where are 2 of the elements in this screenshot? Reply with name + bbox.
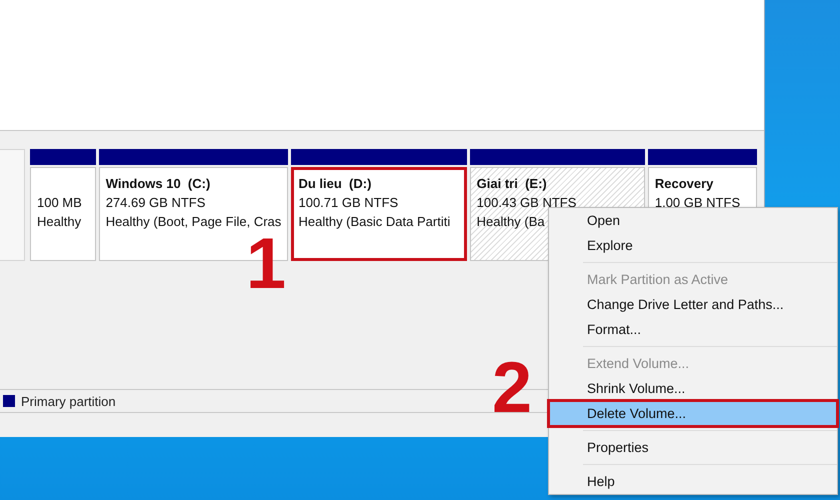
step-number: 2 bbox=[492, 352, 532, 424]
legend-label: Primary partition bbox=[21, 394, 116, 408]
